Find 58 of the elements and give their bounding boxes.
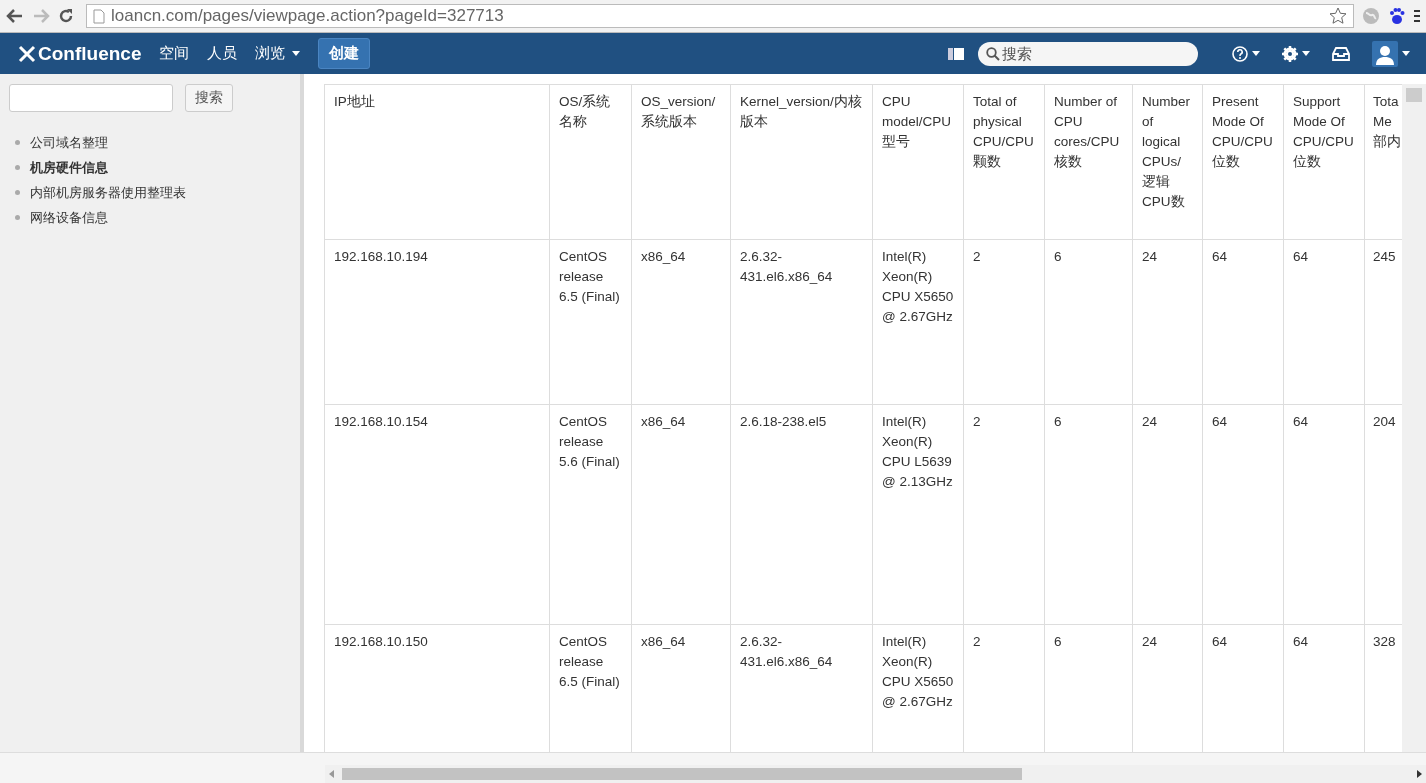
nav-link[interactable]: 浏览	[247, 38, 309, 69]
avatar-icon	[1372, 40, 1398, 67]
url-text: loancn.com/pages/viewpage.action?pageId=327713	[111, 6, 505, 26]
table-cell: 64	[1202, 239, 1284, 405]
search-field[interactable]: 搜索	[978, 41, 1198, 66]
sidebar-toggle-icon[interactable]	[948, 47, 964, 60]
table-cell: 2.6.32-431.el6.x86_64	[730, 239, 873, 405]
nav-link[interactable]: 人员	[199, 38, 246, 69]
page-link[interactable]: 网络设备信息	[30, 208, 108, 227]
column-header: Support Mode Of CPU/CPU位数	[1283, 84, 1365, 240]
page-icon	[93, 8, 105, 24]
reload-icon[interactable]	[58, 8, 74, 24]
column-header: OS_version/系统版本	[631, 84, 731, 240]
search-field[interactable]	[9, 84, 173, 112]
settings-icon	[1282, 45, 1298, 62]
logo-icon	[18, 44, 36, 63]
vertical-scrollbar[interactable]	[1402, 84, 1426, 752]
create-button[interactable]: 创建	[318, 38, 371, 69]
nav-link[interactable]: 空间	[151, 38, 198, 69]
search-icon	[986, 46, 1000, 61]
column-header: Total of physical CPU/CPU颗数	[963, 84, 1045, 240]
page-link[interactable]: 机房硬件信息	[30, 158, 108, 177]
table-cell: CentOS release 5.6 (Final)	[549, 404, 632, 625]
address-bar[interactable]: loancn.com/pages/viewpage.action?pageId=327713	[86, 4, 1354, 28]
table-cell: 192.168.10.154	[324, 404, 550, 625]
menu-icon[interactable]	[1414, 9, 1420, 23]
table-cell: 24	[1132, 404, 1203, 625]
search-button[interactable]: 搜索	[185, 84, 233, 112]
table-cell: 2	[963, 404, 1045, 625]
column-header: IP地址	[324, 84, 550, 240]
table-cell: CentOS release 6.5 (Final)	[549, 239, 632, 405]
table-cell: 192.168.10.194	[324, 239, 550, 405]
confluence-logo[interactable]: Confluence	[18, 42, 142, 65]
star-icon[interactable]	[1329, 7, 1347, 25]
table-cell: Intel(R) Xeon(R) CPU X5650 @ 2.67GHz	[872, 239, 964, 405]
column-header: Number of CPU cores/CPU核数	[1044, 84, 1133, 240]
table-cell: 2.6.18-238.el5	[730, 404, 873, 625]
table-cell: 2	[963, 239, 1045, 405]
column-header: OS/系统名称	[549, 84, 632, 240]
column-header: Kernel_version/内核版本	[730, 84, 873, 240]
horizontal-scrollbar[interactable]	[325, 765, 1426, 783]
table-cell: x86_64	[631, 239, 731, 405]
table-cell: 6	[1044, 239, 1133, 405]
table-cell: 64	[1283, 404, 1365, 625]
table-cell: 64	[1202, 404, 1284, 625]
column-header: Number of logical CPUs/逻辑CPU数	[1132, 84, 1203, 240]
column-header: CPU model/CPU型号	[872, 84, 964, 240]
paw-icon[interactable]	[1388, 7, 1406, 25]
back-icon[interactable]	[6, 8, 24, 24]
help-icon	[1232, 45, 1248, 62]
table-cell: x86_64	[631, 404, 731, 625]
table-cell: Intel(R) Xeon(R) CPU L5639 @ 2.13GHz	[872, 404, 964, 625]
column-header: Present Mode Of CPU/CPU位数	[1202, 84, 1284, 240]
table-cell: 6	[1044, 404, 1133, 625]
page-link[interactable]: 公司域名整理	[30, 133, 108, 152]
table-cell: 64	[1283, 239, 1365, 405]
page-link[interactable]: 内部机房服务器使用整理表	[30, 183, 186, 202]
table-cell: 24	[1132, 239, 1203, 405]
